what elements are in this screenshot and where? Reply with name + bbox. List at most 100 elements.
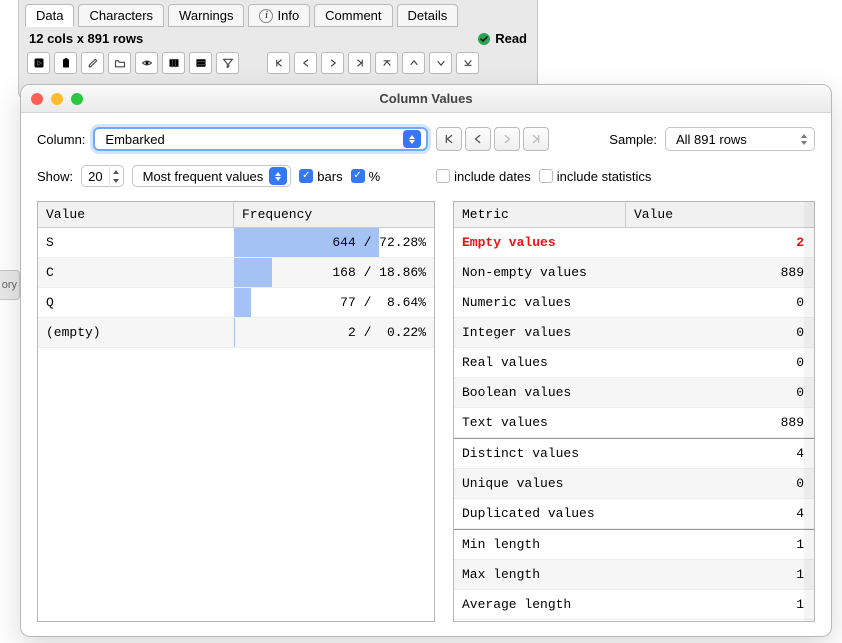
cell-value: C <box>38 258 234 287</box>
cell-value: 4 <box>626 439 814 468</box>
cell-metric: Empty values <box>454 228 626 257</box>
table-row[interactable]: Max length1 <box>454 560 814 590</box>
table-row[interactable]: (empty)2 / 0.22% <box>38 318 434 348</box>
cell-metric: Real values <box>454 348 626 377</box>
col-header-value[interactable]: Value <box>38 202 234 227</box>
cell-value: 0 <box>626 318 814 347</box>
column-label: Column: <box>37 132 85 147</box>
table-row[interactable]: Min length1 <box>454 530 814 560</box>
include-dates-checkbox[interactable]: include dates <box>436 169 531 184</box>
cell-value: 1 <box>626 530 814 559</box>
sample-select[interactable]: All 891 rows <box>665 127 815 151</box>
table-row[interactable]: Duplicated values4 <box>454 499 814 529</box>
column-nav <box>436 127 549 151</box>
read-status: Read <box>477 31 527 46</box>
pencil-button[interactable] <box>81 52 104 74</box>
cell-value: 0 <box>626 348 814 377</box>
table-row[interactable]: Real values0 <box>454 348 814 378</box>
table-row[interactable]: Empty values2 <box>454 228 814 258</box>
cell-frequency: 2 / 0.22% <box>234 318 434 347</box>
col-next-button[interactable] <box>494 127 520 151</box>
cell-metric: Max length <box>454 560 626 589</box>
play-button[interactable] <box>27 52 50 74</box>
checkbox-empty-icon <box>436 169 450 183</box>
tab-info[interactable]: iInfo <box>248 4 310 27</box>
table-row[interactable]: Boolean values0 <box>454 378 814 408</box>
col-last-button[interactable] <box>523 127 549 151</box>
tab-details[interactable]: Details <box>397 4 459 27</box>
chevron-updown-icon <box>403 130 421 148</box>
cell-value: Q <box>38 288 234 317</box>
cell-metric: Non-empty values <box>454 258 626 287</box>
metrics-body: Empty values2Non-empty values889Numeric … <box>454 228 814 620</box>
checkmark-icon <box>351 169 365 183</box>
table-row[interactable]: Average length1 <box>454 590 814 620</box>
nav-bottom-button[interactable] <box>456 52 479 74</box>
nav-up-button[interactable] <box>402 52 425 74</box>
table-row[interactable]: Numeric values0 <box>454 288 814 318</box>
cell-value: 889 <box>626 408 814 437</box>
col-header-metric[interactable]: Metric <box>454 202 626 227</box>
col-prev-button[interactable] <box>465 127 491 151</box>
nav-back-button[interactable] <box>294 52 317 74</box>
table-row[interactable]: Text values889 <box>454 408 814 438</box>
col-header-frequency[interactable]: Frequency <box>234 202 434 227</box>
columns-button[interactable] <box>162 52 185 74</box>
table-row[interactable]: Non-empty values889 <box>454 258 814 288</box>
partial-sidebar-text: ory <box>0 270 20 300</box>
cell-frequency: 168 / 18.86% <box>234 258 434 287</box>
cell-value: 4 <box>626 499 814 528</box>
nav-first-button[interactable] <box>267 52 290 74</box>
info-icon: i <box>259 9 273 23</box>
bg-toolbar <box>19 50 537 76</box>
nav-last-button[interactable] <box>348 52 371 74</box>
cell-metric: Distinct values <box>454 439 626 468</box>
tab-warnings[interactable]: Warnings <box>168 4 244 27</box>
table-row[interactable]: Unique values0 <box>454 469 814 499</box>
column-select[interactable]: Embarked <box>93 127 428 151</box>
folder-button[interactable] <box>108 52 131 74</box>
table-row[interactable]: Integer values0 <box>454 318 814 348</box>
col-first-button[interactable] <box>436 127 462 151</box>
checkbox-empty-icon <box>539 169 553 183</box>
nav-down-button[interactable] <box>429 52 452 74</box>
metrics-table: Metric Value Empty values2Non-empty valu… <box>453 201 815 622</box>
show-count-stepper[interactable]: 20 <box>81 165 123 187</box>
cell-value: S <box>38 228 234 257</box>
cell-metric: Min length <box>454 530 626 559</box>
column-values-dialog: Column Values Column: Embarked Sample: A… <box>20 84 832 637</box>
cell-metric: Duplicated values <box>454 499 626 528</box>
tab-data[interactable]: Data <box>25 4 74 27</box>
scrollbar[interactable] <box>804 202 814 621</box>
cell-metric: Text values <box>454 408 626 437</box>
cell-value: 1 <box>626 560 814 589</box>
tab-comment[interactable]: Comment <box>314 4 392 27</box>
clipboard-button[interactable] <box>54 52 77 74</box>
mode-select[interactable]: Most frequent values <box>132 165 292 187</box>
cell-value: 2 <box>626 228 814 257</box>
tab-characters[interactable]: Characters <box>78 4 164 27</box>
col-header-value[interactable]: Value <box>626 202 814 227</box>
funnel-button[interactable] <box>216 52 239 74</box>
chevron-updown-icon <box>797 133 810 146</box>
table-row[interactable]: Distinct values4 <box>454 439 814 469</box>
table-row[interactable]: S644 / 72.28% <box>38 228 434 258</box>
frequency-body: S644 / 72.28%C168 / 18.86%Q77 / 8.64%(em… <box>38 228 434 348</box>
frequency-table: Value Frequency S644 / 72.28%C168 / 18.8… <box>37 201 435 622</box>
cell-value: 0 <box>626 288 814 317</box>
titlebar[interactable]: Column Values <box>21 85 831 113</box>
nav-forward-button[interactable] <box>321 52 344 74</box>
cell-value: 0 <box>626 378 814 407</box>
bars-checkbox[interactable]: bars <box>299 169 342 184</box>
table-row[interactable]: C168 / 18.86% <box>38 258 434 288</box>
dialog-title: Column Values <box>21 91 831 106</box>
eye-button[interactable] <box>135 52 158 74</box>
cell-metric: Boolean values <box>454 378 626 407</box>
percent-checkbox[interactable]: % <box>351 169 381 184</box>
table-row[interactable]: Q77 / 8.64% <box>38 288 434 318</box>
include-stats-checkbox[interactable]: include statistics <box>539 169 652 184</box>
rows-button[interactable] <box>189 52 212 74</box>
sample-label: Sample: <box>609 132 657 147</box>
nav-top-button[interactable] <box>375 52 398 74</box>
cell-metric: Integer values <box>454 318 626 347</box>
